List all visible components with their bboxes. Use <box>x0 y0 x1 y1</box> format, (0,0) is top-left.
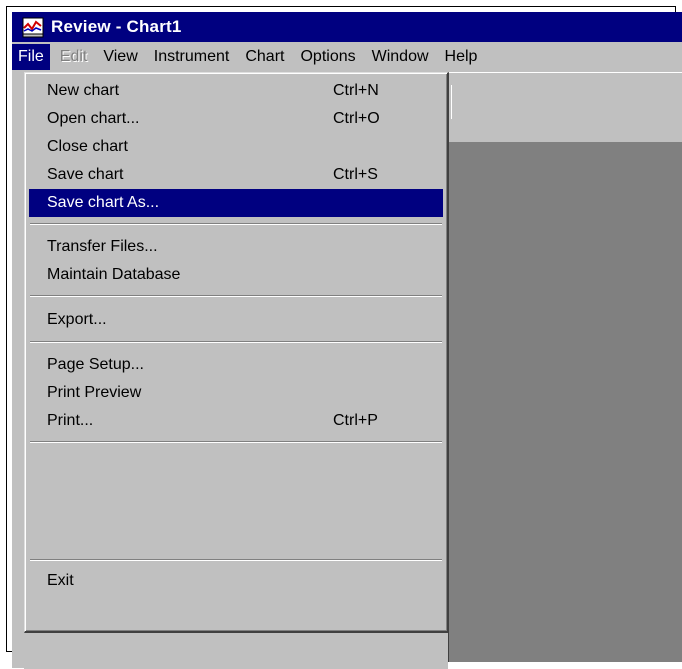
review-app-icon[interactable] <box>22 16 46 38</box>
menu-item-save-chart[interactable]: Save chart Ctrl+S <box>29 161 443 189</box>
window-left-edge <box>12 72 24 668</box>
menu-item-shortcut <box>333 379 443 407</box>
menu-item-label: Print Preview <box>47 384 142 401</box>
menu-item-label: Open chart... <box>47 110 140 127</box>
menu-item-label: Exit <box>47 572 74 589</box>
window-title: Review - Chart1 <box>51 17 182 36</box>
menu-help[interactable]: Help <box>439 44 484 70</box>
menu-item-save-chart-as[interactable]: Save chart As... <box>29 189 443 217</box>
menu-item-shortcut: Ctrl+S <box>333 166 378 183</box>
menu-chart[interactable]: Chart <box>239 44 290 70</box>
menu-item-maintain-database[interactable]: Maintain Database <box>29 261 443 289</box>
menu-item-print-preview[interactable]: Print Preview <box>29 379 443 407</box>
menu-item-label: Print... <box>47 412 94 429</box>
menu-item-print[interactable]: Print... Ctrl+P <box>29 407 443 435</box>
menu-item-shortcut <box>333 133 443 161</box>
menu-bar: File Edit View Instrument Chart Options … <box>12 42 682 72</box>
menu-instrument[interactable]: Instrument <box>148 44 236 70</box>
menu-item-shortcut: Ctrl+O <box>333 110 380 127</box>
menu-item-label: Save chart <box>47 166 124 183</box>
workspace-area[interactable] <box>448 142 682 662</box>
menu-item-shortcut <box>333 306 443 334</box>
menu-separator <box>30 295 442 297</box>
menu-item-shortcut <box>333 261 443 289</box>
menu-item-label: Maintain Database <box>47 266 181 283</box>
menu-item-export[interactable]: Export... <box>29 306 443 334</box>
menu-file[interactable]: File <box>12 44 50 70</box>
menu-item-label: Page Setup... <box>47 356 144 373</box>
menu-item-open-chart[interactable]: Open chart... Ctrl+O <box>29 105 443 133</box>
menu-item-label: New chart <box>47 82 120 99</box>
menu-item-label: Close chart <box>47 138 128 155</box>
menu-item-close-chart[interactable]: Close chart <box>29 133 443 161</box>
menu-item-label: Export... <box>47 311 107 328</box>
menu-window[interactable]: Window <box>366 44 435 70</box>
file-menu-dropdown: New chart Ctrl+N Open chart... Ctrl+O Cl… <box>24 72 449 633</box>
menu-separator <box>30 341 442 343</box>
menu-item-shortcut <box>333 567 443 595</box>
title-bar[interactable]: Review - Chart1 <box>12 12 682 42</box>
menu-item-transfer-files[interactable]: Transfer Files... <box>29 233 443 261</box>
menu-item-new-chart[interactable]: New chart Ctrl+N <box>29 77 443 105</box>
menu-item-shortcut <box>333 351 443 379</box>
menu-edit[interactable]: Edit <box>54 44 94 70</box>
menu-separator <box>30 223 442 225</box>
menu-item-shortcut: Ctrl+N <box>333 82 379 99</box>
menu-separator <box>30 559 442 561</box>
menu-view[interactable]: View <box>97 44 143 70</box>
app-window: Review - Chart1 File Edit View Instrumen… <box>12 12 682 669</box>
menu-item-label: Transfer Files... <box>47 238 158 255</box>
menu-item-page-setup[interactable]: Page Setup... <box>29 351 443 379</box>
menu-item-label: Save chart As... <box>47 194 160 211</box>
menu-item-shortcut <box>333 189 443 217</box>
menu-item-shortcut: Ctrl+P <box>333 412 378 429</box>
menu-item-exit[interactable]: Exit <box>29 567 443 595</box>
window-bottom-edge <box>24 632 448 669</box>
menu-separator <box>30 441 442 443</box>
menu-item-shortcut <box>333 233 443 261</box>
menu-options[interactable]: Options <box>294 44 361 70</box>
